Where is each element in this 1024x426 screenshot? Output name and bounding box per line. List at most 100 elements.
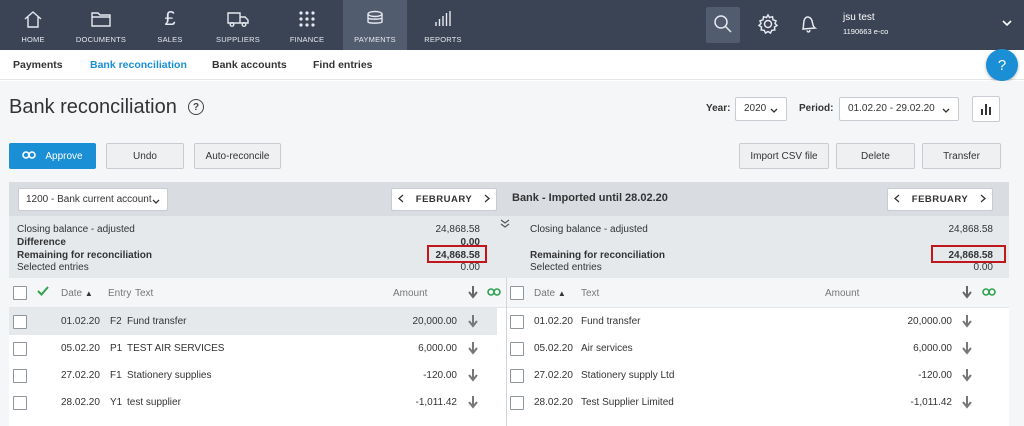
arrow-down-icon[interactable] <box>962 314 972 331</box>
link-icon[interactable] <box>487 287 501 300</box>
left-row-amount: -1,011.42 <box>415 397 457 408</box>
right-row-checkbox[interactable] <box>510 315 524 329</box>
reconciliation-header-bar: 1200 - Bank current account FEBRUARY Ban… <box>9 182 1009 216</box>
left-col-amount[interactable]: Amount <box>393 288 427 299</box>
left-row-checkbox[interactable] <box>13 396 27 410</box>
left-row-entry[interactable]: Y1 <box>110 397 122 408</box>
left-row-amount: 6,000.00 <box>418 343 457 354</box>
arrow-down-icon[interactable] <box>468 314 478 331</box>
table-divider <box>506 278 507 426</box>
arrow-down-icon[interactable] <box>962 285 972 302</box>
right-selected-label: Selected entries <box>530 262 602 273</box>
left-row-text: TEST AIR SERVICES <box>127 343 225 354</box>
bank-import-title: Bank - Imported until 28.02.20 <box>512 192 668 204</box>
right-col-date[interactable]: Date ▲ <box>534 288 566 299</box>
subnav-payments[interactable]: Payments <box>13 59 63 71</box>
select-all-left-checkbox[interactable] <box>13 286 27 300</box>
right-remaining-highlight <box>931 245 1006 263</box>
question-icon[interactable]: ? <box>188 99 204 115</box>
left-selected-label: Selected entries <box>17 262 89 273</box>
check-icon[interactable] <box>37 286 49 299</box>
nav-suppliers-label: SUPPLIERS <box>216 35 260 44</box>
chevron-right-icon[interactable] <box>484 194 490 206</box>
left-col-date[interactable]: Date ▲ <box>61 288 93 299</box>
left-col-text[interactable]: Text <box>135 288 153 299</box>
nav-documents[interactable]: DOCUMENTS <box>70 0 132 50</box>
left-col-entry[interactable]: Entry <box>108 288 131 299</box>
search-button[interactable] <box>706 7 740 43</box>
undo-button[interactable]: Undo <box>106 143 184 169</box>
chevron-down-icon[interactable] <box>1002 18 1012 30</box>
notifications-button[interactable] <box>791 7 825 43</box>
select-all-right-checkbox[interactable] <box>510 286 524 300</box>
left-selected-value: 0.00 <box>460 262 480 273</box>
nav-suppliers[interactable]: SUPPLIERS <box>210 0 266 50</box>
nav-home-label: HOME <box>21 35 45 44</box>
grid-icon <box>282 8 332 30</box>
delete-button[interactable]: Delete <box>836 143 915 169</box>
right-col-text[interactable]: Text <box>581 288 599 299</box>
left-row-entry[interactable]: P1 <box>110 343 122 354</box>
left-row-entry[interactable]: F2 <box>110 316 122 327</box>
chevron-left-icon[interactable] <box>398 194 404 206</box>
chart-button[interactable] <box>972 96 1000 122</box>
right-selected-value: 0.00 <box>973 262 993 273</box>
main-content: Bank reconciliation ? Year: 2020 Period:… <box>0 81 1024 426</box>
link-icon[interactable] <box>982 287 996 300</box>
subnav-bank-accounts[interactable]: Bank accounts <box>212 59 287 71</box>
left-row-date: 27.02.20 <box>61 370 100 381</box>
chevron-right-icon[interactable] <box>980 194 986 206</box>
left-row-checkbox[interactable] <box>13 369 27 383</box>
double-chevron-down-icon[interactable] <box>500 219 510 232</box>
left-row-amount: 20,000.00 <box>412 316 458 327</box>
page-title: Bank reconciliation <box>9 96 177 118</box>
help-button[interactable]: ? <box>986 49 1018 81</box>
left-row-entry[interactable]: F1 <box>110 370 122 381</box>
left-row-date: 05.02.20 <box>61 343 100 354</box>
arrow-down-icon[interactable] <box>962 368 972 385</box>
account-select[interactable]: 1200 - Bank current account <box>18 188 168 211</box>
user-name[interactable]: jsu test <box>843 12 875 23</box>
coins-icon <box>343 8 407 30</box>
right-row-text: Air services <box>581 343 633 354</box>
summary-section: Closing balance - adjusted 24,868.58 Dif… <box>9 216 1009 278</box>
nav-payments[interactable]: PAYMENTS <box>343 0 407 50</box>
right-row-checkbox[interactable] <box>510 369 524 383</box>
left-row-checkbox[interactable] <box>13 315 27 329</box>
nav-finance[interactable]: FINANCE <box>282 0 332 50</box>
table-row[interactable]: 05.02.20 P1 TEST AIR SERVICES 6,000.00 0… <box>9 335 1009 362</box>
arrow-down-icon[interactable] <box>468 341 478 358</box>
arrow-down-icon[interactable] <box>962 395 972 412</box>
arrow-down-icon[interactable] <box>962 341 972 358</box>
year-select[interactable]: 2020 <box>735 97 787 121</box>
sort-asc-icon: ▲ <box>84 289 93 298</box>
right-row-date: 01.02.20 <box>534 316 573 327</box>
table-row[interactable]: 27.02.20 F1 Stationery supplies -120.00 … <box>9 362 1009 389</box>
auto-reconcile-button[interactable]: Auto-reconcile <box>194 143 281 169</box>
right-row-text: Test Supplier Limited <box>581 397 674 408</box>
chevron-left-icon[interactable] <box>894 194 900 206</box>
subnav-find-entries[interactable]: Find entries <box>313 59 373 71</box>
left-row-checkbox[interactable] <box>13 342 27 356</box>
left-row-text: Fund transfer <box>127 316 187 327</box>
nav-reports[interactable]: REPORTS <box>418 0 468 50</box>
right-col-amount[interactable]: Amount <box>825 288 859 299</box>
approve-button[interactable]: Approve <box>9 143 96 169</box>
right-row-text: Fund transfer <box>581 316 641 327</box>
table-row[interactable]: 28.02.20 Y1 test supplier -1,011.42 28.0… <box>9 389 1009 416</box>
right-row-amount: 6,000.00 <box>913 343 952 354</box>
table-row[interactable]: 01.02.20 F2 Fund transfer 20,000.00 01.0… <box>9 308 1009 335</box>
nav-sales[interactable]: £ SALES <box>148 0 192 50</box>
right-row-checkbox[interactable] <box>510 342 524 356</box>
settings-button[interactable] <box>751 7 785 43</box>
import-csv-button[interactable]: Import CSV file <box>739 143 829 169</box>
right-row-checkbox[interactable] <box>510 396 524 410</box>
period-select[interactable]: 01.02.20 - 29.02.20 <box>839 97 959 121</box>
left-month-label: FEBRUARY <box>415 194 473 205</box>
subnav-bank-reconciliation[interactable]: Bank reconciliation <box>90 59 187 71</box>
transfer-button[interactable]: Transfer <box>922 143 1001 169</box>
arrow-down-icon[interactable] <box>468 395 478 412</box>
arrow-down-icon[interactable] <box>468 285 478 302</box>
nav-home[interactable]: HOME <box>10 0 56 50</box>
arrow-down-icon[interactable] <box>468 368 478 385</box>
